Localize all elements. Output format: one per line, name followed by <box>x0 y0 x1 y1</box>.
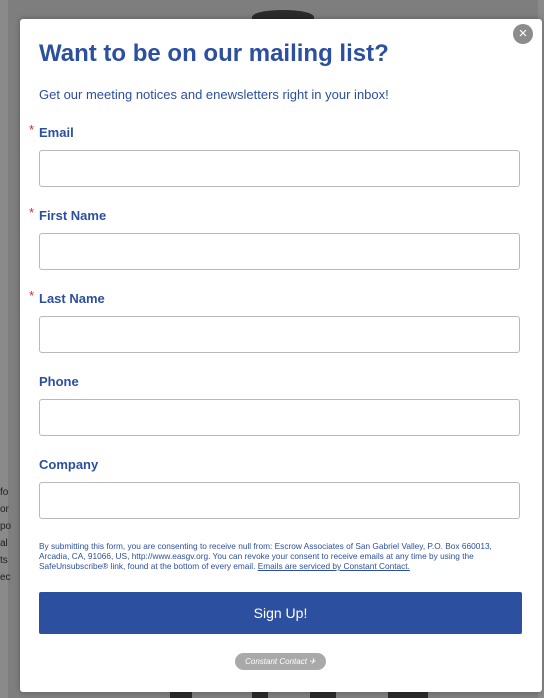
consent-text-block: By submitting this form, you are consent… <box>39 541 523 571</box>
background-text-fragments: fo or po al ts ec <box>0 484 20 586</box>
background-text-line: or <box>0 504 9 515</box>
last-name-label: Last Name <box>39 291 105 306</box>
background-text-line: al <box>0 538 8 549</box>
company-label: Company <box>39 457 99 472</box>
required-asterisk: * <box>29 122 35 137</box>
background-text-line: po <box>0 521 12 532</box>
constant-contact-badge[interactable]: Constant Contact ✈ <box>235 653 326 670</box>
background-text-line: fo <box>0 487 9 498</box>
phone-field[interactable] <box>39 399 520 436</box>
constant-contact-badge-label: Constant Contact <box>245 657 307 666</box>
first-name-field[interactable] <box>39 233 520 270</box>
background-text-line: ts <box>0 555 8 566</box>
required-asterisk: * <box>29 288 35 303</box>
background-left-edge <box>0 0 8 698</box>
modal-title: Want to be on our mailing list? <box>39 40 389 67</box>
close-icon[interactable]: × <box>513 24 533 44</box>
phone-label: Phone <box>39 374 79 389</box>
modal-subtitle: Get our meeting notices and enewsletters… <box>39 87 389 102</box>
last-name-field[interactable] <box>39 316 520 353</box>
sign-up-button[interactable]: Sign Up! <box>39 592 522 634</box>
constant-contact-logo-icon: ✈ <box>309 657 316 666</box>
email-label: Email <box>39 125 74 140</box>
first-name-label: First Name <box>39 208 107 223</box>
company-field[interactable] <box>39 482 520 519</box>
required-asterisk: * <box>29 205 35 220</box>
constant-contact-link[interactable]: Emails are serviced by Constant Contact. <box>258 561 410 571</box>
background-text-line: ec <box>0 572 11 583</box>
email-field[interactable] <box>39 150 520 187</box>
